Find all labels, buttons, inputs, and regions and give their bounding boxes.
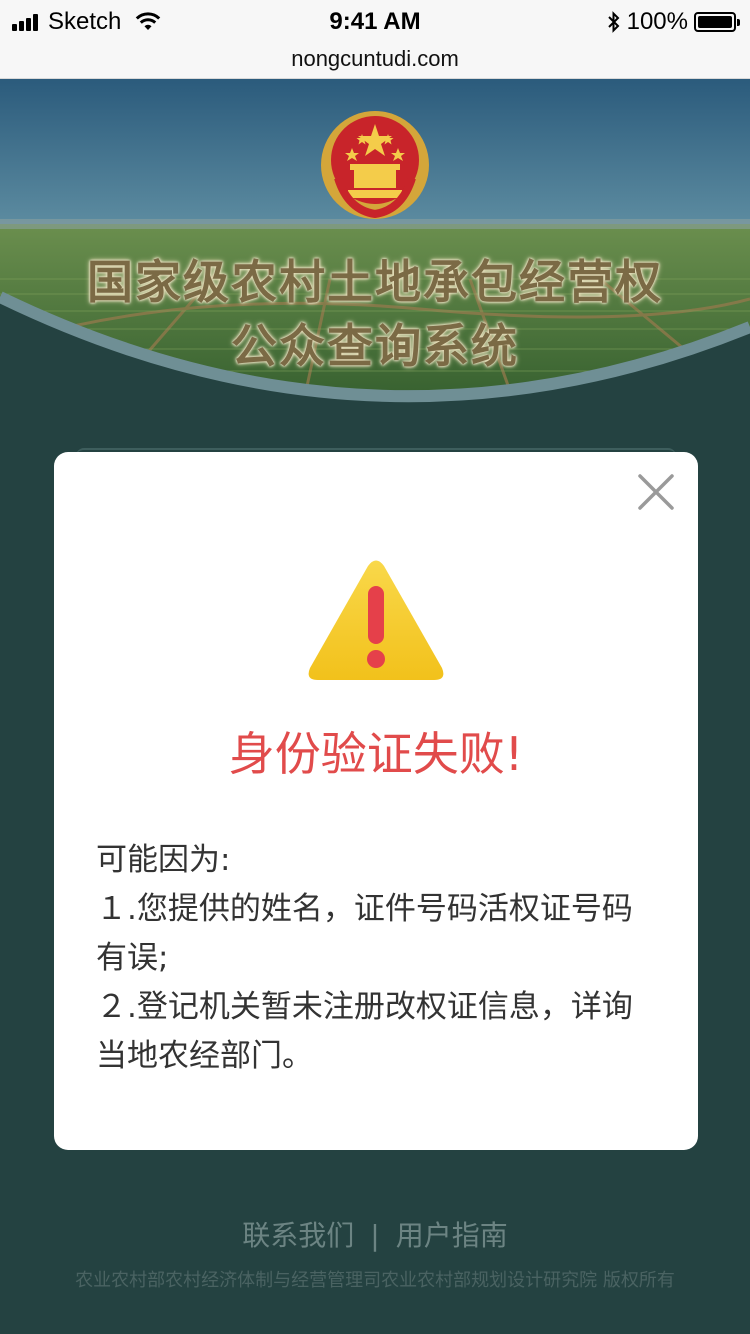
battery-percent: 100% (626, 8, 688, 35)
status-right: 100% (607, 8, 740, 36)
copyright-text: 农业农村部农村经济体制与经营管理司农业农村部规划设计研究院 版权所有 (75, 1270, 675, 1291)
reason-item-1: １.您提供的姓名，证件号码活权证号码有误; (96, 891, 633, 976)
page-title-line2: 公众查询系统 (231, 319, 519, 373)
status-bar: Sketch 9:41 AM 100% (0, 0, 750, 44)
reasons-heading: 可能因为: (96, 842, 231, 878)
footer-links: 联系我们 | 用户指南 (0, 1214, 750, 1254)
bluetooth-icon (607, 11, 620, 33)
warning-triangle-icon (308, 560, 444, 680)
error-reasons: 可能因为: １.您提供的姓名，证件号码活权证号码有误; ２.登记机关暂未注册改权… (96, 836, 656, 1081)
battery-fill (698, 16, 732, 28)
footer-separator: | (370, 1219, 380, 1252)
error-title: 身份验证失败! (228, 727, 524, 781)
user-guide-link[interactable]: 用户指南 (396, 1219, 508, 1252)
reason-item-2: ２.登记机关暂未注册改权证信息，详询当地农经部门。 (96, 989, 633, 1074)
error-modal: 身份验证失败! 可能因为: １.您提供的姓名，证件号码活权证号码有误; ２.登记… (54, 452, 698, 1150)
national-emblem-icon (321, 111, 429, 219)
page-title-line1: 国家级农村土地承包经营权 (87, 255, 663, 309)
contact-us-link[interactable]: 联系我们 (242, 1219, 354, 1252)
close-icon[interactable] (636, 472, 676, 512)
url-bar[interactable]: nongcuntudi.com (0, 44, 750, 79)
battery-icon (694, 12, 740, 32)
